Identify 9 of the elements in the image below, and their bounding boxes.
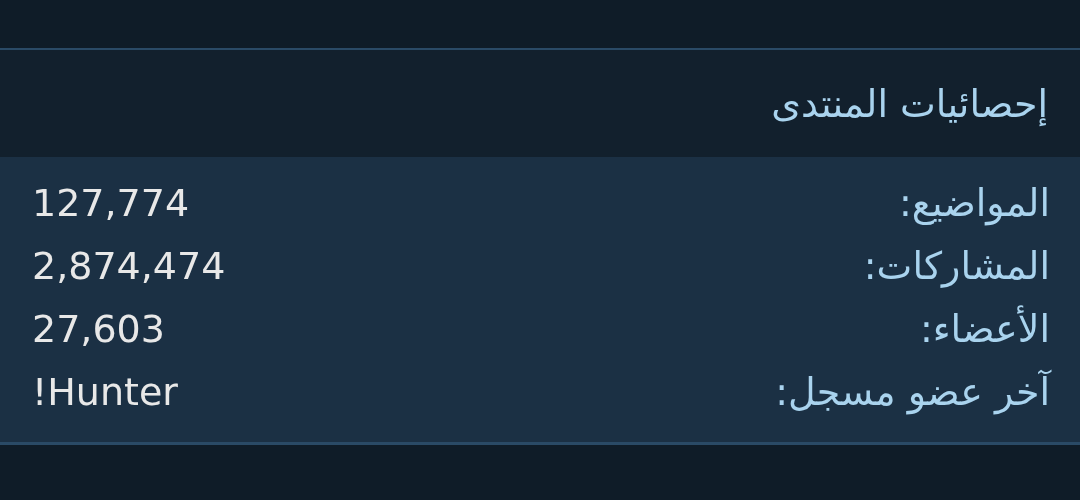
stat-value: 127,774 (32, 180, 190, 225)
stat-label: المواضيع: (898, 180, 1050, 225)
stat-value: !Hunter (32, 369, 178, 414)
stat-value: 2,874,474 (32, 243, 226, 288)
stat-value: 27,603 (32, 306, 165, 351)
stat-label: الأعضاء: (919, 306, 1050, 351)
stat-label: المشاركات: (863, 243, 1050, 288)
stat-label: آخر عضو مسجل: (775, 369, 1050, 414)
panel-title: إحصائيات المنتدى (771, 81, 1048, 126)
